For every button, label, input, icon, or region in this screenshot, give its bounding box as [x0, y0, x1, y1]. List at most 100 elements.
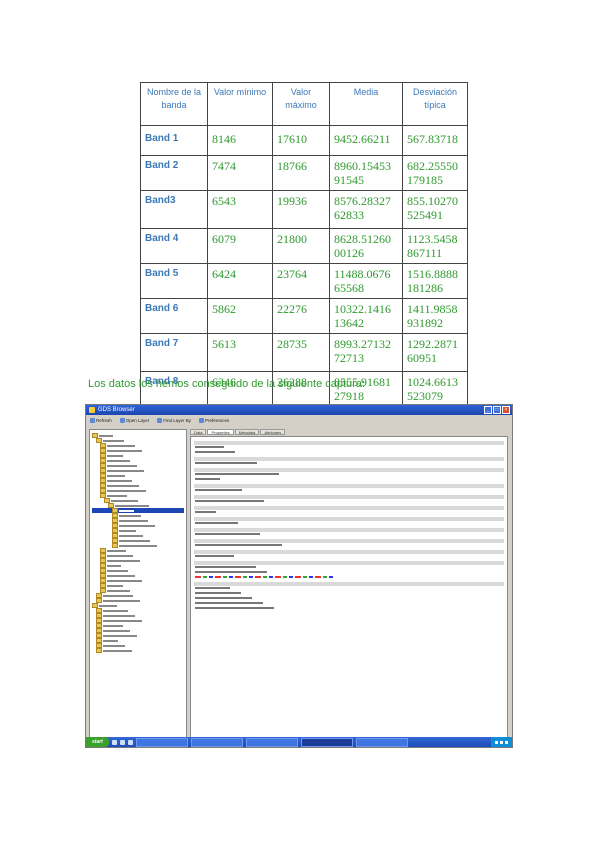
- toolbar-item: Find Layer By: [157, 418, 191, 423]
- std-value-cell: 1292.2871 60951: [402, 333, 468, 372]
- min-value-cell: 5862: [207, 298, 273, 334]
- properties-list: [190, 436, 508, 742]
- max-value-cell: 17610: [272, 125, 330, 156]
- maximize-icon: □: [493, 406, 501, 414]
- header-band-name: Nombre de la banda: [140, 82, 208, 126]
- app-toolbar: Refresh Open Layer Find Layer By Prefere…: [86, 415, 512, 426]
- min-value-cell: 6424: [207, 263, 273, 299]
- properties-panel: Data Properties Metadata Attributes: [190, 429, 510, 743]
- min-value-cell: 6079: [207, 228, 273, 264]
- std-value-cell: 855.10270 525491: [402, 190, 468, 229]
- header-std: Desviación típica: [402, 82, 468, 126]
- band-name-cell: Band 1: [140, 125, 208, 156]
- quicklaunch-icon: [119, 739, 125, 745]
- std-value-cell: 567.83718: [402, 125, 468, 156]
- property-value-row: [194, 488, 504, 493]
- header-mean: Media: [329, 82, 403, 126]
- quicklaunch-icon: [127, 739, 133, 745]
- property-value-row: [194, 499, 504, 504]
- toolbar-item: Refresh: [90, 418, 112, 423]
- mean-value-cell: 8960.15453 91545: [329, 155, 403, 191]
- panel-tabs: Data Properties Metadata Attributes: [190, 429, 510, 435]
- taskbar-item: [135, 737, 188, 747]
- windows-taskbar: start: [86, 737, 512, 747]
- close-icon: ×: [502, 406, 510, 414]
- max-value-cell: 19936: [272, 190, 330, 229]
- mean-value-cell: 8993.27132 72713: [329, 333, 403, 372]
- tab-data: Data: [190, 429, 207, 435]
- mean-value-cell: 9452.66211: [329, 125, 403, 156]
- taskbar-item: [245, 737, 298, 747]
- band-name-cell: Band 2: [140, 155, 208, 191]
- embedded-app-screenshot: GDS Browser _ □ × Refresh Open Layer Fin…: [85, 404, 513, 748]
- start-button: start: [86, 737, 109, 747]
- header-max: Valor máximo: [272, 82, 330, 126]
- band-statistics-table: Nombre de la banda Valor mínimo Valor má…: [140, 82, 468, 414]
- table-row: Band 4 6079 21800 8628.51260 00126 1123.5458…: [140, 228, 468, 264]
- property-value-row: [194, 575, 504, 580]
- screenshot-caption: Los datos los hemos conseguido de la sig…: [88, 378, 366, 390]
- std-value-cell: 1516.8888 181286: [402, 263, 468, 299]
- window-title: GDS Browser: [98, 407, 135, 413]
- property-value-row: [194, 510, 504, 515]
- folder-icon: [112, 543, 118, 548]
- toolbar-item: Open Layer: [119, 418, 149, 423]
- quicklaunch-icon: [111, 739, 117, 745]
- tree-node: [92, 648, 184, 653]
- table-row: Band 1 8146 17610 9452.66211 567.83718: [140, 125, 468, 156]
- table-row: Band 2 7474 18766 8960.15453 91545 682.25550…: [140, 155, 468, 191]
- layer-tree-panel: [89, 429, 187, 743]
- app-icon: [89, 407, 95, 413]
- max-value-cell: 22276: [272, 298, 330, 334]
- property-value-row: [194, 554, 504, 559]
- preferences-icon: [199, 418, 205, 423]
- mean-value-cell: 10322.1416 13642: [329, 298, 403, 334]
- property-value-row: [194, 461, 504, 466]
- property-value-row: [194, 606, 504, 611]
- max-value-cell: 23764: [272, 263, 330, 299]
- tab-metadata: Metadata: [234, 429, 260, 435]
- table-header-row: Nombre de la banda Valor mínimo Valor má…: [140, 82, 468, 126]
- band-name-cell: Band3: [140, 190, 208, 229]
- find-icon: [157, 418, 163, 423]
- window-titlebar: GDS Browser _ □ ×: [86, 405, 512, 415]
- toolbar-item: Preferences: [199, 418, 229, 423]
- min-value-cell: 7474: [207, 155, 273, 191]
- refresh-icon: [90, 418, 95, 423]
- taskbar-item-active: [300, 737, 353, 747]
- property-value-row: [194, 450, 504, 455]
- max-value-cell: 21800: [272, 228, 330, 264]
- table-row: Band 5 6424 23764 11488.0676 65568 1516.8888…: [140, 263, 468, 299]
- tab-properties: Properties: [207, 429, 234, 435]
- table-row: Band 7 5613 28735 8993.27132 72713 1292.2871…: [140, 333, 468, 372]
- property-value-row: [194, 477, 504, 482]
- property-value-row: [194, 532, 504, 537]
- minimize-icon: _: [484, 406, 492, 414]
- property-value-row: [194, 543, 504, 548]
- table-row: Band 6 5862 22276 10322.1416 13642 1411.9858…: [140, 298, 468, 334]
- open-icon: [119, 418, 125, 423]
- mean-value-cell: 8628.51260 00126: [329, 228, 403, 264]
- table-row: Band3 6543 19936 8576.28327 62833 855.10270 …: [140, 190, 468, 229]
- std-value-cell: 1123.5458 867111: [402, 228, 468, 264]
- max-value-cell: 28735: [272, 333, 330, 372]
- min-value-cell: 8146: [207, 125, 273, 156]
- band-name-cell: Band 7: [140, 333, 208, 372]
- taskbar-item: [190, 737, 243, 747]
- band-name-cell: Band 6: [140, 298, 208, 334]
- max-value-cell: 18766: [272, 155, 330, 191]
- tab-attributes: Attributes: [260, 429, 286, 435]
- header-min: Valor mínimo: [207, 82, 273, 126]
- folder-icon: [96, 648, 102, 653]
- min-value-cell: 5613: [207, 333, 273, 372]
- std-value-cell: 1411.9858 931892: [402, 298, 468, 334]
- band-name-cell: Band 4: [140, 228, 208, 264]
- std-value-cell: 682.25550 179185: [402, 155, 468, 191]
- taskbar-item: [355, 737, 408, 747]
- property-value-row: [194, 521, 504, 526]
- min-value-cell: 6543: [207, 190, 273, 229]
- mean-value-cell: 8576.28327 62833: [329, 190, 403, 229]
- system-tray: [491, 737, 512, 747]
- mean-value-cell: 11488.0676 65568: [329, 263, 403, 299]
- band-name-cell: Band 5: [140, 263, 208, 299]
